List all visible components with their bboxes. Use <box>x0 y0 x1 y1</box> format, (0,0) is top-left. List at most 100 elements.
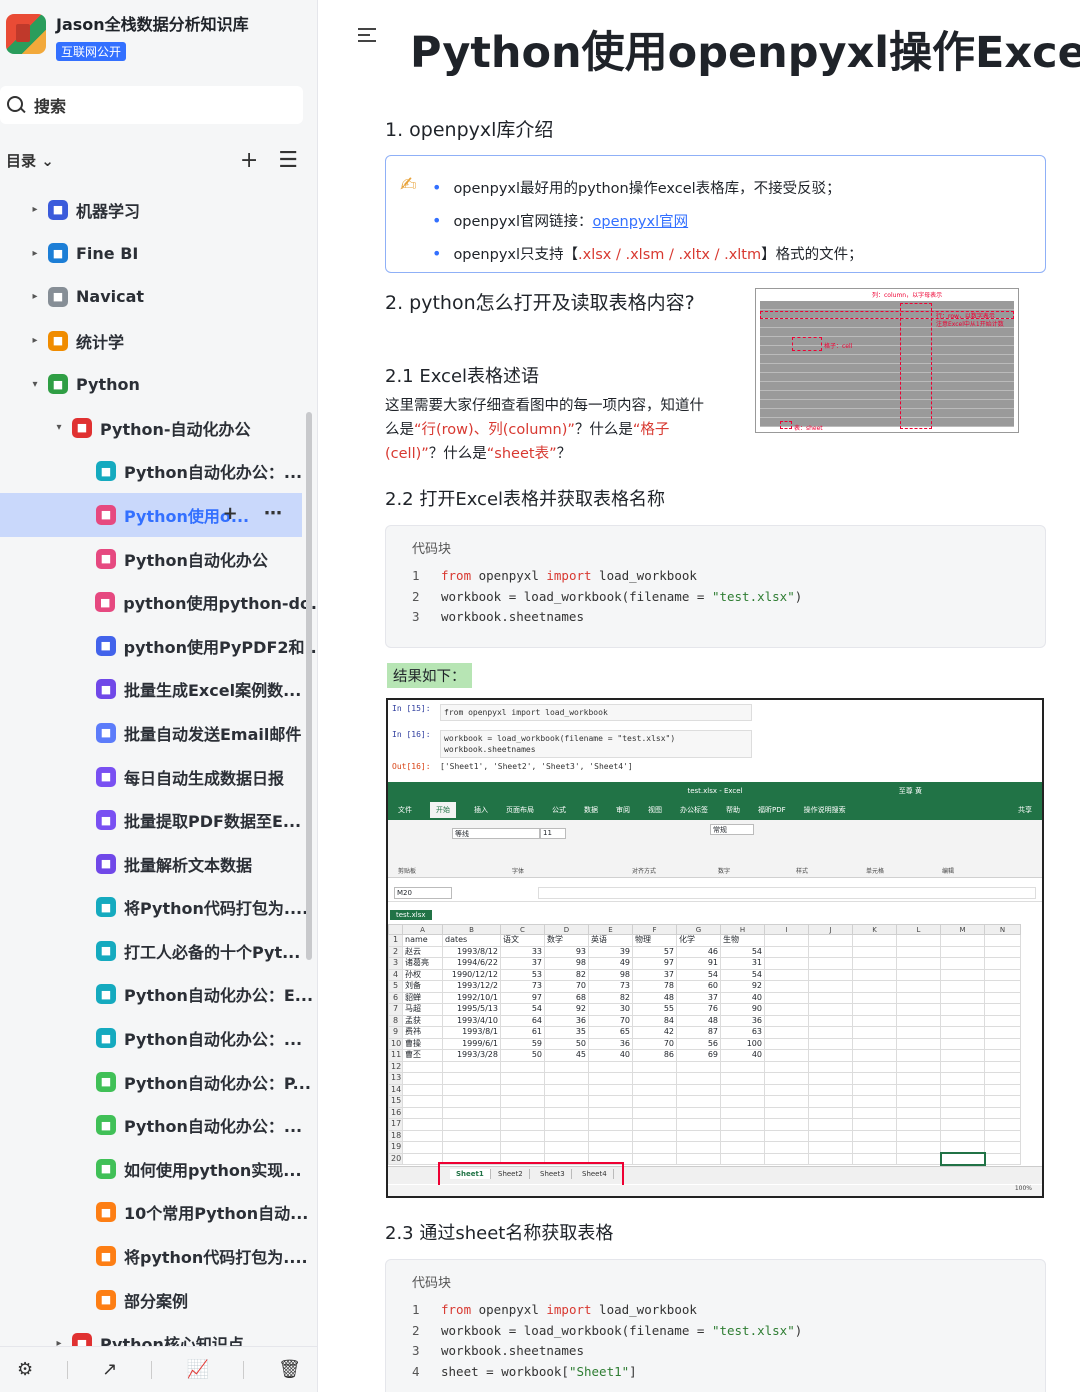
expand-caret-icon[interactable]: ▸ <box>28 335 42 346</box>
expand-caret-icon[interactable]: ▸ <box>28 248 42 259</box>
cell[interactable] <box>402 1072 443 1085</box>
expand-caret-icon[interactable]: ▸ <box>28 204 42 215</box>
sidebar-tree-item[interactable]: ■ 批量解析文本数据 <box>0 842 317 886</box>
cell[interactable] <box>632 1106 677 1119</box>
cell[interactable]: 55 <box>632 1003 677 1016</box>
excel-tab[interactable]: 插入 <box>474 805 488 815</box>
cell[interactable] <box>720 1152 765 1165</box>
cell[interactable] <box>896 1141 941 1154</box>
cell[interactable] <box>764 957 809 970</box>
sidebar-tree-item[interactable]: ■ Python自动化办公：E... <box>0 973 317 1017</box>
sidebar-tree-item[interactable]: ■ 批量生成Excel案例数... <box>0 668 317 712</box>
sidebar-tree-item[interactable]: ■ Python使用o... + ⋯ <box>0 493 302 537</box>
cell[interactable] <box>940 980 985 993</box>
cell[interactable] <box>852 1106 897 1119</box>
cell[interactable]: 68 <box>544 991 589 1004</box>
cell[interactable]: 98 <box>544 957 589 970</box>
cell[interactable] <box>720 1060 765 1073</box>
cell[interactable]: 98 <box>588 968 633 981</box>
cell[interactable] <box>402 1106 443 1119</box>
cell[interactable] <box>764 1118 809 1131</box>
excel-tab[interactable]: 福昕PDF <box>758 805 786 815</box>
cell[interactable] <box>896 1026 941 1039</box>
cell[interactable] <box>852 1026 897 1039</box>
share-icon[interactable]: ↗ <box>102 1359 117 1380</box>
cell[interactable] <box>544 1072 589 1085</box>
cell[interactable]: 1993/4/10 <box>442 1014 501 1027</box>
cell[interactable]: 36 <box>588 1037 633 1050</box>
cell[interactable]: 97 <box>632 957 677 970</box>
cell[interactable] <box>442 1118 501 1131</box>
sidebar-tree-item[interactable]: ■ 批量提取PDF数据至E... <box>0 798 317 842</box>
excel-tab[interactable]: 数据 <box>584 805 598 815</box>
cell[interactable] <box>632 1095 677 1108</box>
sidebar-tree-item[interactable]: ■ 批量自动发送Email邮件 <box>0 711 317 755</box>
sidebar-tree-item[interactable]: ■ 将Python代码打包为.... <box>0 886 317 930</box>
cell[interactable] <box>588 1141 633 1154</box>
name-box[interactable]: M20 <box>394 887 452 899</box>
cell[interactable] <box>852 1152 897 1165</box>
cell[interactable] <box>984 991 1021 1004</box>
cell[interactable] <box>896 980 941 993</box>
share-button[interactable]: 共享 <box>1018 805 1032 815</box>
cell[interactable]: 生物 <box>720 934 765 947</box>
cell[interactable] <box>544 1141 589 1154</box>
cell[interactable]: 48 <box>676 1014 721 1027</box>
cell[interactable] <box>500 1141 545 1154</box>
cell[interactable] <box>939 1152 986 1166</box>
sidebar-tree-item[interactable]: ▸ ■ Navicat <box>0 275 317 319</box>
cell[interactable]: 59 <box>500 1037 545 1050</box>
cell[interactable] <box>896 957 941 970</box>
cell[interactable] <box>808 968 853 981</box>
column-header[interactable]: F <box>632 924 677 935</box>
cell[interactable] <box>544 1083 589 1096</box>
cell[interactable] <box>764 1072 809 1085</box>
cell[interactable] <box>940 1083 985 1096</box>
cell[interactable]: 48 <box>632 991 677 1004</box>
cell[interactable] <box>808 1129 853 1142</box>
cell[interactable] <box>852 945 897 958</box>
cell[interactable] <box>588 1060 633 1073</box>
cell[interactable] <box>588 1106 633 1119</box>
cell[interactable] <box>940 991 985 1004</box>
cell[interactable]: 赵云 <box>402 945 443 958</box>
cell[interactable]: 70 <box>588 1014 633 1027</box>
cell[interactable] <box>676 1095 721 1108</box>
cell[interactable] <box>808 1014 853 1027</box>
row-header[interactable]: 18 <box>388 1129 403 1142</box>
cell[interactable] <box>940 957 985 970</box>
cell[interactable]: 93 <box>544 945 589 958</box>
row-header[interactable]: 2 <box>388 945 403 958</box>
cell[interactable]: 1993/12/2 <box>442 980 501 993</box>
cell[interactable]: 57 <box>632 945 677 958</box>
cell[interactable]: 64 <box>500 1014 545 1027</box>
cell[interactable] <box>500 1118 545 1131</box>
cell[interactable]: 33 <box>500 945 545 958</box>
column-header[interactable]: N <box>984 924 1021 935</box>
column-header[interactable]: D <box>544 924 589 935</box>
cell[interactable]: 97 <box>500 991 545 1004</box>
cell[interactable] <box>852 1014 897 1027</box>
column-header[interactable]: A <box>402 924 443 935</box>
cell[interactable] <box>442 1095 501 1108</box>
cell[interactable] <box>940 945 985 958</box>
cell[interactable] <box>896 1129 941 1142</box>
cell[interactable]: 61 <box>500 1026 545 1039</box>
cell[interactable] <box>852 991 897 1004</box>
cell[interactable] <box>852 1118 897 1131</box>
outline-menu-icon[interactable] <box>358 28 376 42</box>
cell[interactable]: 曹丕 <box>402 1049 443 1062</box>
cell[interactable] <box>720 1095 765 1108</box>
column-header[interactable]: I <box>764 924 809 935</box>
cell[interactable]: 孙权 <box>402 968 443 981</box>
row-header[interactable]: 4 <box>388 968 403 981</box>
cell[interactable] <box>442 1083 501 1096</box>
cell[interactable] <box>896 1037 941 1050</box>
cell[interactable] <box>544 1118 589 1131</box>
cell[interactable] <box>808 957 853 970</box>
sidebar-tree-item[interactable]: ■ Python自动化办公：... <box>0 450 317 494</box>
cell[interactable] <box>984 957 1021 970</box>
cell[interactable]: 37 <box>632 968 677 981</box>
row-header[interactable]: 19 <box>388 1141 403 1154</box>
cell[interactable]: 40 <box>720 1049 765 1062</box>
